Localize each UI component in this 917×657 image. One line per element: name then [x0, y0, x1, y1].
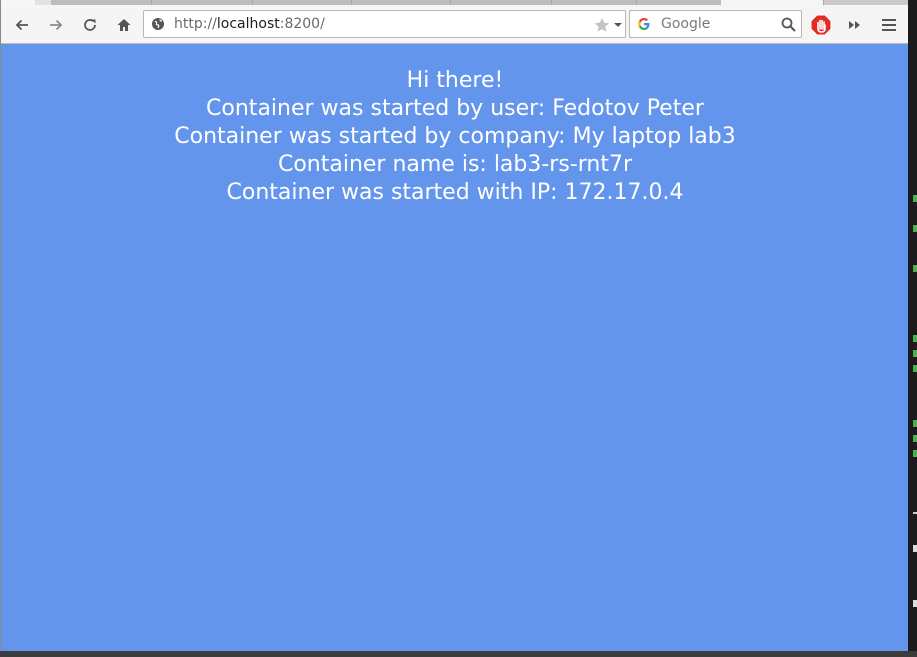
ip-line: Container was started with IP: 172.17.0.…: [226, 180, 684, 205]
terminal-mark: [913, 512, 917, 514]
terminal-mark: [913, 195, 917, 202]
terminal-mark: [913, 435, 917, 442]
overflow-button[interactable]: [843, 13, 867, 37]
google-icon: [638, 18, 650, 30]
stop-hand-icon: [810, 14, 832, 36]
url-host: localhost: [216, 16, 280, 32]
terminal-mark: [913, 335, 917, 342]
address-bar[interactable]: http://localhost:8200/: [143, 10, 626, 38]
forward-arrow-icon: [50, 19, 63, 31]
star-icon[interactable]: [594, 17, 610, 33]
double-chevron-icon: [849, 21, 860, 29]
reload-button[interactable]: [78, 13, 102, 37]
desktop-bottom-edge: [0, 651, 917, 657]
terminal-mark: [913, 420, 917, 427]
home-button[interactable]: [112, 13, 136, 37]
url-scheme: http://: [174, 16, 217, 32]
reload-icon: [84, 19, 96, 31]
search-placeholder[interactable]: Google: [661, 16, 710, 32]
container-info: Hi there! Container was started by user:…: [1, 67, 909, 207]
page-content: Hi there! Container was started by user:…: [1, 44, 909, 651]
terminal-mark: [913, 545, 917, 552]
hamburger-menu-icon: [882, 19, 896, 31]
adblock-button[interactable]: [809, 13, 833, 37]
user-line: Container was started by user: Fedotov P…: [206, 96, 704, 121]
terminal-mark: [913, 600, 917, 607]
chevron-down-icon[interactable]: [614, 21, 622, 29]
globe-icon: [152, 18, 164, 30]
url-path: :8200/: [279, 16, 325, 32]
terminal-mark: [913, 450, 917, 457]
terminal-mark: [913, 365, 917, 372]
navigation-toolbar: http://localhost:8200/ Google: [1, 5, 909, 44]
back-button[interactable]: [10, 13, 34, 37]
menu-button[interactable]: [877, 13, 901, 37]
forward-button[interactable]: [44, 13, 68, 37]
terminal-mark: [913, 265, 917, 272]
background-terminal-edge: [908, 0, 917, 657]
company-line: Container was started by company: My lap…: [174, 124, 736, 149]
greeting-line: Hi there!: [406, 68, 504, 93]
search-bar[interactable]: Google: [629, 10, 802, 38]
back-arrow-icon: [15, 19, 28, 31]
container-name-line: Container name is: lab3-rs-rnt7r: [277, 152, 633, 177]
home-icon: [117, 19, 131, 31]
terminal-mark: [913, 225, 917, 232]
url-text[interactable]: http://localhost:8200/: [174, 16, 325, 32]
browser-window: http://localhost:8200/ Google Hi there! …: [0, 0, 909, 651]
magnifier-icon[interactable]: [781, 17, 796, 32]
terminal-mark: [913, 350, 917, 357]
